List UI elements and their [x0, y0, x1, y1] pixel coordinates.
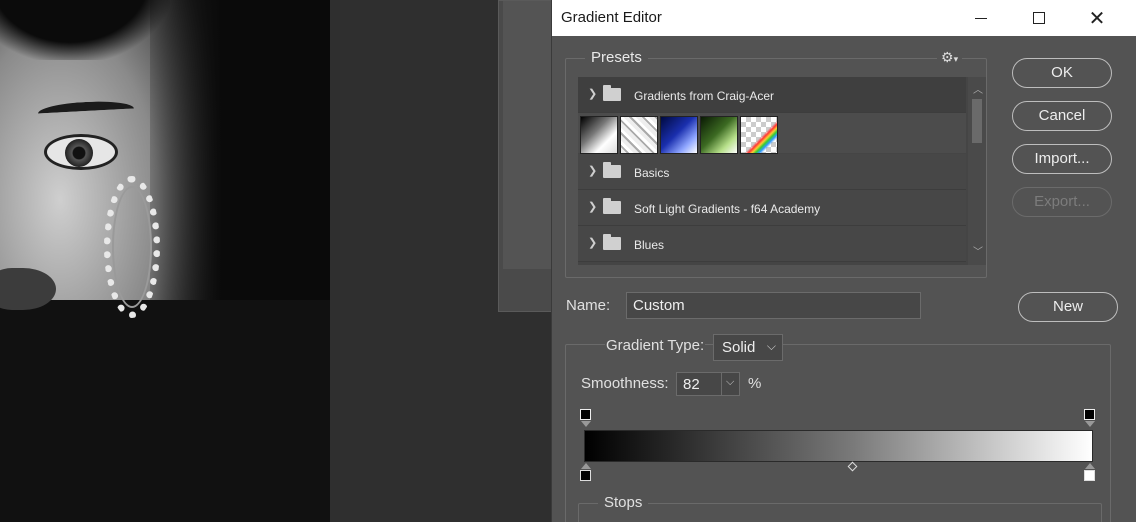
import-button[interactable]: Import...	[1012, 144, 1112, 174]
color-stop-pointer	[1085, 463, 1095, 469]
presets-scrollbar[interactable]: ︿ ﹀	[968, 77, 986, 265]
gradient-swatch[interactable]	[660, 116, 698, 154]
input-separator	[721, 373, 722, 395]
smoothness-input[interactable]: 82 ⌵	[676, 372, 740, 396]
photo-hair	[0, 0, 170, 60]
color-stop-left[interactable]	[580, 470, 591, 481]
stops-group	[578, 503, 1102, 522]
preset-folder-label: Blues	[634, 238, 665, 252]
export-button[interactable]: Export...	[1012, 187, 1112, 217]
presets-label: Presets	[585, 49, 648, 66]
opacity-stop-pointer	[1085, 421, 1095, 427]
chevron-right-icon[interactable]: ❯	[588, 87, 597, 100]
title-bar[interactable]: Gradient Editor ✕	[552, 0, 1136, 36]
photo-eyebrow	[37, 99, 135, 123]
gradient-swatch[interactable]	[740, 116, 778, 154]
stops-label: Stops	[598, 494, 649, 511]
chevron-right-icon[interactable]: ❯	[588, 236, 597, 249]
minimize-button[interactable]	[952, 0, 1010, 36]
ok-button[interactable]: OK	[1012, 58, 1112, 88]
dialog-title: Gradient Editor	[561, 9, 662, 26]
close-button[interactable]: ✕	[1068, 0, 1126, 36]
preset-folder-row[interactable]: ❯ Blues	[578, 226, 966, 262]
chevron-down-icon: ⌵	[766, 339, 776, 353]
gradient-swatch[interactable]	[580, 116, 618, 154]
cancel-button[interactable]: Cancel	[1012, 101, 1112, 131]
folder-icon	[603, 234, 621, 250]
gradient-swatch[interactable]	[620, 116, 658, 154]
chevron-right-icon[interactable]: ❯	[588, 200, 597, 213]
gradient-preview-bar[interactable]	[584, 430, 1093, 462]
smoothness-unit: %	[748, 375, 762, 392]
folder-icon	[603, 162, 621, 178]
presets-list[interactable]: ❯ Gradients from Craig-Acer ❯ Basics ❯ S…	[578, 77, 986, 265]
gradient-swatch[interactable]	[700, 116, 738, 154]
background-panel-inner	[503, 1, 555, 269]
chevron-down-icon[interactable]: ⌵	[726, 376, 734, 389]
gear-icon[interactable]: ⚙▾	[937, 49, 963, 66]
background-panel	[498, 0, 558, 312]
maximize-button[interactable]	[1010, 0, 1068, 36]
photo-earring-inner	[112, 186, 152, 308]
folder-icon	[603, 198, 621, 214]
preset-folder-label: Basics	[634, 166, 670, 180]
gradient-editor-dialog: Gradient Editor ✕ Presets ⚙▾ ❯ Gradients…	[551, 0, 1136, 522]
photo-eye	[44, 134, 118, 170]
opacity-stop-pointer	[581, 421, 591, 427]
smoothness-label: Smoothness:	[581, 375, 669, 392]
chevron-right-icon[interactable]: ❯	[588, 164, 597, 177]
photo-iris	[65, 139, 93, 167]
preset-folder-row[interactable]: ❯ Soft Light Gradients - f64 Academy	[578, 190, 966, 226]
opacity-stop-right[interactable]	[1084, 409, 1095, 420]
color-stop-right[interactable]	[1084, 470, 1095, 481]
name-input[interactable]: Custom	[626, 292, 921, 319]
close-icon: ✕	[1088, 7, 1106, 30]
gradient-type-value: Solid	[722, 339, 756, 356]
scrollbar-thumb[interactable]	[972, 99, 982, 143]
gradient-type-label: Gradient Type:	[605, 337, 706, 354]
new-button[interactable]: New	[1018, 292, 1118, 322]
preset-folder-label: Soft Light Gradients - f64 Academy	[634, 202, 821, 216]
smoothness-value: 82	[683, 376, 700, 393]
preset-folder-row[interactable]: ❯ Basics	[578, 154, 966, 190]
chevron-up-icon[interactable]: ︿	[973, 81, 983, 96]
preset-folder-label: Gradients from Craig-Acer	[634, 89, 775, 103]
preset-swatches	[578, 113, 966, 154]
maximize-icon	[1033, 12, 1045, 24]
minimize-icon	[975, 17, 987, 19]
gradient-type-select[interactable]: Solid ⌵	[713, 334, 783, 361]
photo-neck	[0, 300, 330, 522]
name-label: Name:	[566, 297, 611, 314]
color-stop-pointer	[581, 463, 591, 469]
canvas-photo	[0, 0, 330, 522]
folder-icon	[603, 85, 621, 101]
opacity-stop-left[interactable]	[580, 409, 591, 420]
chevron-down-icon[interactable]: ﹀	[973, 243, 983, 258]
preset-folder-row[interactable]: ❯ Gradients from Craig-Acer	[578, 77, 966, 113]
